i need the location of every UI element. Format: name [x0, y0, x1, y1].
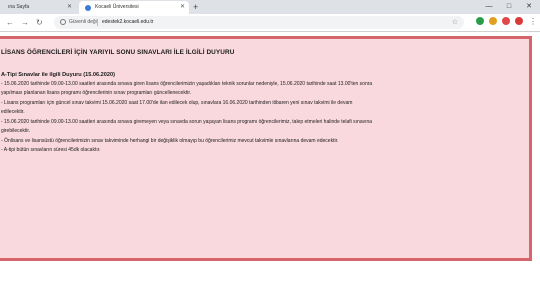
extension-icon[interactable]: [515, 17, 523, 25]
announcement-line: edilecektir.: [1, 109, 25, 115]
extension-icon[interactable]: [489, 17, 497, 25]
announcement-line: - A-tipi bütün sınavların süresi 45dk ol…: [1, 147, 101, 153]
back-button[interactable]: ←: [6, 16, 14, 29]
reload-button[interactable]: ↻: [36, 16, 43, 29]
bookmark-star-icon[interactable]: ☆: [452, 16, 458, 29]
close-window-button[interactable]: ✕: [520, 0, 538, 13]
browser-tab-bar: ına Sayfa ✕ Kocaeli Üniversitesi ✕ + — □…: [0, 0, 540, 14]
announcement-box: LİSANS ÖĞRENCİLERİ İÇİN YARIYIL SONU SIN…: [0, 36, 532, 261]
announcement-title: LİSANS ÖĞRENCİLERİ İÇİN YARIYIL SONU SIN…: [1, 49, 235, 56]
announcement-line: girebilecektir.: [1, 128, 31, 134]
security-label: Güvenli değil: [69, 19, 98, 25]
minimize-button[interactable]: —: [480, 0, 498, 13]
divider: [97, 19, 98, 26]
tab-close-icon[interactable]: ✕: [67, 1, 72, 14]
maximize-button[interactable]: □: [500, 0, 518, 13]
address-bar[interactable]: Güvenli değil edestek2.kocaeli.edu.tr ☆: [54, 16, 464, 29]
page-content: LİSANS ÖĞRENCİLERİ İÇİN YARIYIL SONU SIN…: [0, 32, 540, 304]
announcement-line: - Önlisans ve lisansüstü öğrencilerimizi…: [1, 138, 339, 144]
tab-close-icon[interactable]: ✕: [180, 1, 185, 14]
announcement-line: yapılması planlanan lisans programı öğre…: [1, 90, 192, 96]
url-text[interactable]: edestek2.kocaeli.edu.tr: [102, 16, 153, 29]
announcement-subtitle: A-Tipi Sınavlar ile ilgili Duyuru (15.06…: [1, 72, 115, 78]
extension-icon[interactable]: [476, 17, 484, 25]
announcement-line: - 15.06.2020 tarihinde 09.00-13.00 saatl…: [1, 81, 373, 87]
browser-toolbar: ← → ↻ Güvenli değil edestek2.kocaeli.edu…: [0, 14, 540, 32]
not-secure-icon[interactable]: [60, 19, 66, 25]
tab-home[interactable]: ına Sayfa ✕: [0, 1, 76, 14]
browser-menu-icon[interactable]: ⋮: [529, 15, 537, 29]
tab-kocaeli[interactable]: Kocaeli Üniversitesi ✕: [79, 1, 189, 14]
new-tab-button[interactable]: +: [193, 1, 198, 13]
announcement-line: - Lisans programları için güncel sınav t…: [1, 100, 353, 106]
forward-button[interactable]: →: [21, 16, 29, 29]
tab-home-label: ına Sayfa: [8, 4, 30, 10]
announcement-line: - 15.06.2020 tarihinde 09.00-13.00 saatl…: [1, 119, 373, 125]
favicon-icon: [85, 5, 91, 11]
tab-kocaeli-label: Kocaeli Üniversitesi: [95, 4, 139, 10]
extension-icon[interactable]: [502, 17, 510, 25]
